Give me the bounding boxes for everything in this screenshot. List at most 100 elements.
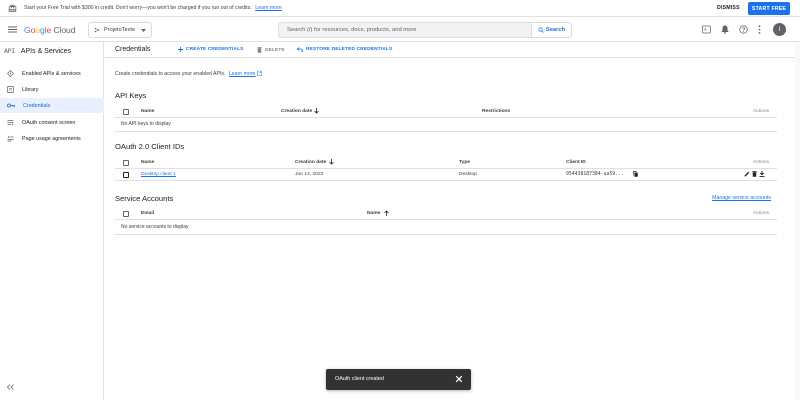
restore-deleted-button[interactable]: RESTORE DELETED CREDENTIALS xyxy=(297,47,392,52)
service-accounts-header: Email Name Actions xyxy=(115,208,777,220)
select-all-checkbox[interactable] xyxy=(123,160,129,166)
key-icon xyxy=(7,103,15,108)
client-id-value: 954438187384-ua59... xyxy=(566,172,624,177)
left-navigation: API APIs & Services Enabled APIs & servi… xyxy=(0,42,104,400)
cloud-shell-icon[interactable] xyxy=(702,25,711,34)
client-creation-date: Jun 12, 2023 xyxy=(295,172,324,177)
search-input[interactable]: Search (/) for resources, docs, products… xyxy=(287,27,417,33)
top-header: Google Cloud ProjetoTeste Search (/) for… xyxy=(0,17,800,42)
trial-message-text: Start your Free Trial with $300 in credi… xyxy=(24,5,252,11)
sidebar-item-label: Page usage agreements xyxy=(22,135,81,142)
select-all-checkbox[interactable] xyxy=(123,109,129,115)
collapse-sidebar-icon[interactable] xyxy=(7,384,14,390)
hamburger-menu-icon[interactable] xyxy=(8,26,17,33)
library-icon xyxy=(7,86,14,93)
logo-letter-e: e xyxy=(46,25,52,35)
close-icon[interactable] xyxy=(455,375,463,383)
sidebar-item-credentials[interactable]: Credentials xyxy=(0,98,104,113)
diamond-icon xyxy=(7,70,14,77)
help-icon[interactable] xyxy=(739,25,748,34)
account-avatar[interactable]: I xyxy=(773,23,786,36)
project-name: ProjetoTeste xyxy=(104,27,136,33)
arrow-down-icon[interactable] xyxy=(314,108,319,114)
col-actions: Actions xyxy=(753,109,770,114)
col-actions: Actions xyxy=(753,211,770,216)
client-type: Desktop xyxy=(459,172,477,177)
delete-button[interactable]: DELETE xyxy=(257,47,285,53)
sidebar-item-label: Credentials xyxy=(23,102,51,109)
create-credentials-label: CREATE CREDENTIALS xyxy=(186,47,244,52)
edit-pencil-icon[interactable] xyxy=(744,171,750,177)
arrow-up-icon[interactable] xyxy=(384,210,389,216)
api-keys-empty: No API keys to display xyxy=(121,121,171,127)
col-email[interactable]: Email xyxy=(141,211,154,216)
dismiss-button[interactable]: DISMISS xyxy=(717,5,740,11)
api-product-icon: API xyxy=(4,47,15,55)
settings-list-icon xyxy=(7,135,14,142)
snackbar: OAuth client created xyxy=(326,369,471,390)
table-row: Desktop client 1 Jun 12, 2023 Desktop 95… xyxy=(115,169,777,181)
intro-description: Create credentials to access your enable… xyxy=(115,71,226,77)
scrollbar-track[interactable] xyxy=(795,42,800,400)
col-type[interactable]: Type xyxy=(459,160,470,165)
search-button-label: Search xyxy=(545,27,566,33)
google-cloud-logo[interactable]: Google Cloud xyxy=(24,25,76,35)
select-all-checkbox[interactable] xyxy=(123,211,129,217)
project-hexagon-icon xyxy=(94,27,100,33)
sidebar-item-page-usage[interactable]: Page usage agreements xyxy=(0,131,104,146)
oauth-header: Name Creation date Type Client ID Action… xyxy=(115,157,777,169)
start-free-button[interactable]: START FREE xyxy=(748,2,790,15)
manage-service-accounts-link[interactable]: Manage service accounts xyxy=(712,195,771,201)
sidebar-item-label: Library xyxy=(22,86,39,93)
col-creation-date[interactable]: Creation date xyxy=(281,109,312,114)
sidebar-item-oauth-consent[interactable]: OAuth consent screen xyxy=(0,115,104,130)
trash-icon xyxy=(257,47,265,53)
col-name[interactable]: Name xyxy=(367,211,380,216)
trial-learn-more-link[interactable]: Learn more xyxy=(255,5,282,11)
api-keys-title: API Keys xyxy=(115,91,147,100)
row-actions xyxy=(742,171,765,177)
page-title: Credentials xyxy=(115,46,151,53)
search-bar[interactable]: Search (/) for resources, docs, products… xyxy=(278,22,572,38)
copy-icon[interactable] xyxy=(633,171,638,177)
trial-message: Start your Free Trial with $300 in credi… xyxy=(24,5,282,11)
intro-learn-more-link[interactable]: Learn more xyxy=(229,71,256,77)
intro-text: Create credentials to access your enable… xyxy=(115,71,262,77)
col-client-id[interactable]: Client ID xyxy=(566,160,586,165)
col-name[interactable]: Name xyxy=(141,109,154,114)
consent-icon xyxy=(7,119,14,126)
product-title: APIs & Services xyxy=(20,47,72,55)
more-vert-icon[interactable] xyxy=(758,25,761,34)
download-icon[interactable] xyxy=(759,171,765,177)
sidebar-item-label: Enabled APIs & services xyxy=(22,70,81,77)
delete-trash-icon[interactable] xyxy=(752,171,757,177)
project-picker[interactable]: ProjetoTeste xyxy=(88,22,152,38)
sidebar-item-label: OAuth consent screen xyxy=(22,119,76,126)
client-name-link[interactable]: Desktop client 1 xyxy=(141,172,176,177)
col-creation-date[interactable]: Creation date xyxy=(295,160,326,165)
search-button[interactable]: Search xyxy=(531,23,571,37)
col-restrictions: Restrictions xyxy=(482,109,511,114)
create-credentials-button[interactable]: CREATE CREDENTIALS xyxy=(178,47,244,52)
external-link-icon xyxy=(257,71,262,76)
restore-icon xyxy=(297,47,306,52)
snackbar-message: OAuth client created xyxy=(335,376,384,382)
gift-icon xyxy=(8,4,17,13)
logo-cloud-text: Cloud xyxy=(53,25,76,35)
arrow-down-icon[interactable] xyxy=(329,159,334,165)
notifications-bell-icon[interactable] xyxy=(721,25,729,34)
logo-letter-g: G xyxy=(24,25,31,35)
row-checkbox[interactable] xyxy=(123,172,129,178)
col-name[interactable]: Name xyxy=(141,160,154,165)
action-bar: Credentials CREATE CREDENTIALS DELETE RE… xyxy=(105,42,800,58)
delete-label: DELETE xyxy=(265,47,285,53)
col-actions: Actions xyxy=(753,160,770,165)
sidebar-item-library[interactable]: Library xyxy=(0,82,104,97)
api-keys-header: Name Creation date Restrictions Actions xyxy=(115,106,777,118)
search-icon xyxy=(538,27,546,33)
chevron-down-icon xyxy=(141,29,146,32)
divider xyxy=(115,234,777,235)
sidebar-item-enabled-apis[interactable]: Enabled APIs & services xyxy=(0,66,104,81)
divider xyxy=(115,131,777,132)
restore-label: RESTORE DELETED CREDENTIALS xyxy=(306,47,393,52)
